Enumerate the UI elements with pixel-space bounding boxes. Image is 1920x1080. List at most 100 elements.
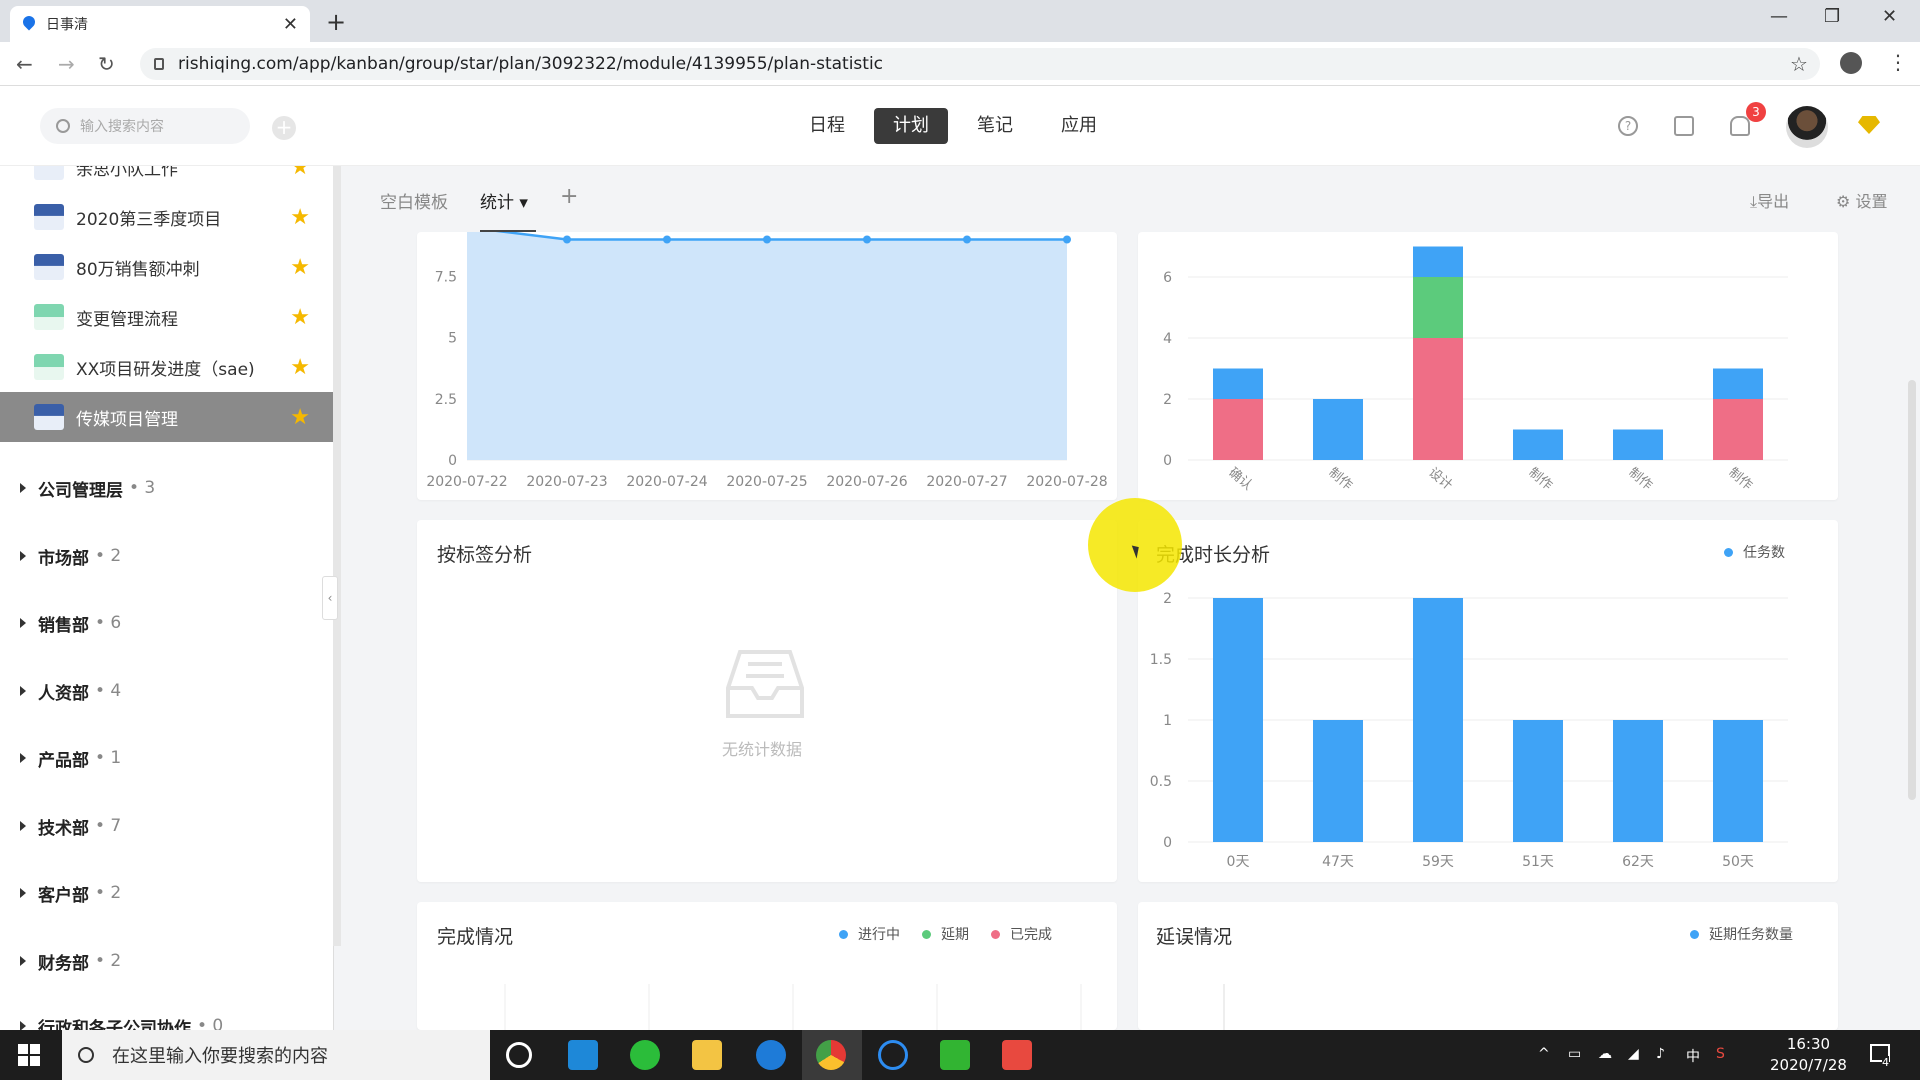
stacked-bar-segment	[1413, 277, 1463, 338]
collapse-sidebar-button[interactable]: ‹	[322, 576, 338, 620]
taskbar-clock[interactable]: 16:30 2020/7/28	[1770, 1034, 1847, 1076]
sidebar-plan-item[interactable]: 变更管理流程 ★	[0, 292, 333, 342]
sidebar-plan-item-selected[interactable]: 传媒项目管理 ★	[0, 392, 333, 442]
sidebar-group[interactable]: 销售部 • 6	[0, 603, 333, 643]
chrome-app-icon[interactable]	[816, 1040, 846, 1070]
network-icon[interactable]: ◢	[1628, 1046, 1639, 1062]
sidebar-group[interactable]: 财务部 • 2	[0, 941, 333, 981]
add-circle-icon[interactable]: +	[272, 116, 296, 140]
star-icon[interactable]: ★	[290, 305, 310, 330]
settings-button[interactable]: ⚙ 设置	[1836, 188, 1887, 212]
y-tick-label: 1.5	[1150, 652, 1172, 668]
green-c-app-icon[interactable]	[940, 1040, 970, 1070]
trend-area-chart: 0 2.5 5 7.5 2020-07-22 2020-07-23 2020-07-24 20…	[426, 226, 1108, 490]
sidebar-group[interactable]: 产品部 • 1	[0, 738, 333, 778]
add-tab-button[interactable]: +	[560, 184, 578, 209]
plan-label: 2020第三季度项目	[76, 209, 222, 230]
group-name: 技术部	[38, 818, 89, 839]
ime-indicator[interactable]: 中	[1686, 1046, 1700, 1066]
tray-chevron-icon[interactable]: ^	[1538, 1046, 1550, 1062]
plan-label: 余思小队工作	[76, 166, 178, 180]
nav-apps[interactable]: 应用	[1042, 108, 1116, 144]
forward-icon[interactable]: →	[58, 52, 75, 76]
x-tick-label: 制作	[1725, 465, 1755, 493]
sidebar-plan-item[interactable]: 80万销售额冲刺 ★	[0, 242, 333, 292]
avatar[interactable]	[1786, 106, 1828, 148]
group-count: • 2	[95, 951, 122, 971]
star-icon[interactable]: ★	[290, 405, 310, 430]
sidebar-group[interactable]: 公司管理层 • 3	[0, 468, 333, 508]
taskbar-search-input[interactable]: 在这里输入你要搜索的内容	[62, 1030, 490, 1080]
nav-plan[interactable]: 计划	[874, 108, 948, 144]
group-count: • 4	[95, 681, 122, 701]
sidebar-plan-item[interactable]: 2020第三季度项目 ★	[0, 192, 333, 242]
sidebar-plan-item[interactable]: 余思小队工作 ★	[0, 166, 333, 192]
nav-notes[interactable]: 笔记	[958, 108, 1032, 144]
main-nav: 日程 计划 笔记 应用	[790, 108, 1116, 144]
browser-tab[interactable]: 日事清 ✕	[10, 6, 310, 42]
sidebar-plan-item[interactable]: XX项目研发进度（sae) ★	[0, 342, 333, 392]
search-placeholder: 输入搜索内容	[80, 119, 164, 135]
x-tick-label: 2020-07-24	[626, 474, 707, 490]
file-explorer-icon[interactable]	[692, 1040, 722, 1070]
search-app-icon[interactable]	[878, 1040, 908, 1070]
y-tick-label: 6	[1163, 270, 1172, 286]
back-icon[interactable]: ←	[16, 52, 33, 76]
help-icon[interactable]: ?	[1618, 116, 1638, 136]
windows-taskbar: 在这里输入你要搜索的内容 ^ ▭ ☁ ◢ ♪ 中 S 16:30 2020/7/…	[0, 1030, 1920, 1080]
minimize-icon[interactable]: —	[1770, 6, 1788, 27]
star-icon[interactable]: ★	[290, 166, 310, 180]
search-input[interactable]: 输入搜索内容	[40, 108, 250, 144]
tab-blank-template[interactable]: 空白模板	[380, 188, 448, 213]
volume-icon[interactable]: ♪	[1656, 1046, 1665, 1062]
close-tab-icon[interactable]: ✕	[283, 14, 298, 35]
sidebar-group[interactable]: 技术部 • 7	[0, 806, 333, 846]
completion-chart-gridlines	[504, 984, 1082, 1030]
data-point	[863, 235, 871, 244]
export-button[interactable]: ⤓导出	[1750, 188, 1789, 212]
store-app-icon[interactable]	[568, 1040, 598, 1070]
location-pin-icon	[22, 16, 36, 32]
edge-app-icon[interactable]	[756, 1040, 786, 1070]
cortana-icon[interactable]	[506, 1042, 532, 1068]
plan-label: XX项目研发进度（sae)	[76, 359, 255, 380]
stacked-bar-segment	[1313, 399, 1363, 460]
star-icon[interactable]: ★	[290, 255, 310, 280]
profile-icon[interactable]	[1840, 52, 1862, 74]
bar	[1413, 598, 1463, 842]
sidebar-group[interactable]: 客户部 • 2	[0, 873, 333, 913]
nav-schedule[interactable]: 日程	[790, 108, 864, 144]
sidebar: 余思小队工作 ★ 2020第三季度项目 ★ 80万销售额冲刺 ★ 变更管理流程 …	[0, 166, 334, 1030]
sidebar-scrollbar[interactable]	[333, 166, 341, 946]
star-icon[interactable]: ★	[290, 355, 310, 380]
url-text: rishiqing.com/app/kanban/group/star/plan…	[178, 54, 884, 74]
caret-right-icon	[20, 956, 26, 966]
main-scrollbar[interactable]	[1908, 380, 1916, 800]
windows-start-icon[interactable]	[18, 1044, 40, 1066]
new-tab-icon[interactable]: +	[326, 8, 346, 36]
plan-label: 变更管理流程	[76, 309, 178, 330]
red-c-app-icon[interactable]	[1002, 1040, 1032, 1070]
dropdown-caret-icon: ▾	[519, 193, 528, 213]
star-icon[interactable]: ★	[290, 205, 310, 230]
sidebar-group[interactable]: 行政和各子公司协作 • 0	[0, 1006, 333, 1030]
sidebar-group[interactable]: 人资部 • 4	[0, 671, 333, 711]
menu-kebab-icon[interactable]: ⋮	[1888, 50, 1908, 74]
sidebar-group[interactable]: 市场部 • 2	[0, 536, 333, 576]
x-tick-label: 2020-07-23	[526, 474, 607, 490]
url-field[interactable]: rishiqing.com/app/kanban/group/star/plan…	[140, 48, 1820, 80]
reload-icon[interactable]: ↻	[98, 52, 115, 76]
cloud-icon[interactable]: ☁	[1598, 1046, 1612, 1062]
sogou-ime-icon[interactable]: S	[1716, 1046, 1725, 1062]
window-close-icon[interactable]: ✕	[1882, 6, 1897, 27]
bell-icon[interactable]	[1730, 116, 1750, 136]
restore-icon[interactable]: ❐	[1824, 6, 1840, 27]
wechat-app-icon[interactable]	[630, 1040, 660, 1070]
group-name: 市场部	[38, 548, 89, 569]
bookmark-star-icon[interactable]: ☆	[1790, 52, 1808, 76]
vip-diamond-icon[interactable]	[1858, 116, 1880, 134]
y-tick-label: 1	[1163, 713, 1172, 729]
battery-icon[interactable]: ▭	[1568, 1046, 1581, 1062]
tab-statistics[interactable]: 统计 ▾	[480, 188, 528, 213]
contacts-icon[interactable]	[1674, 116, 1694, 136]
